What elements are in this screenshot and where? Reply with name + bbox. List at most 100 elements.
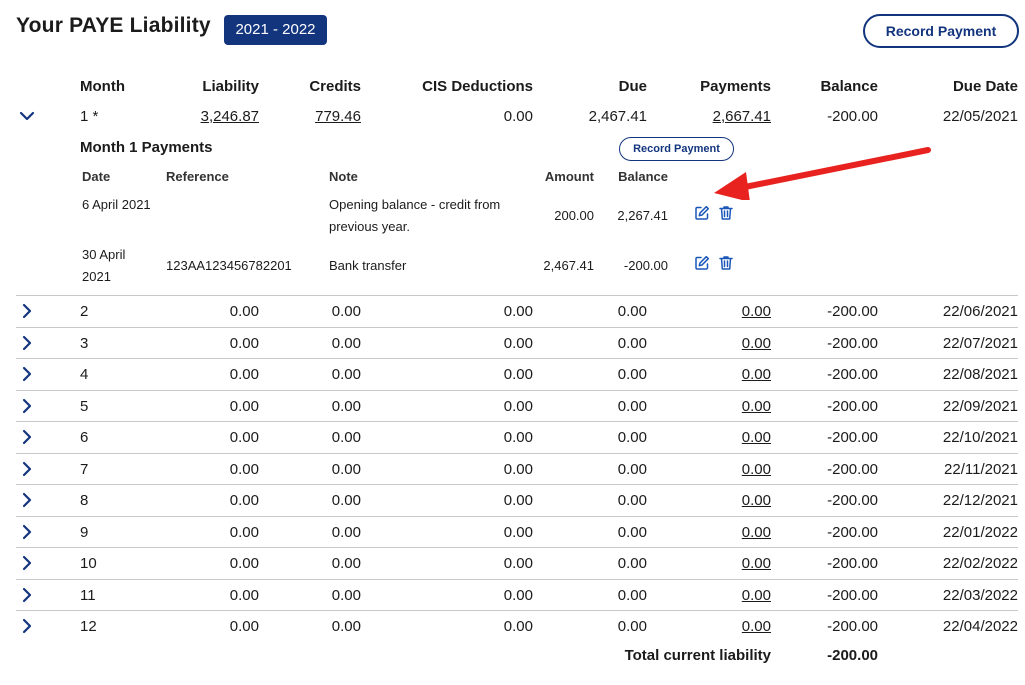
due-cell: 0.00 — [617, 523, 647, 541]
edit-icon[interactable] — [694, 205, 710, 221]
payment-amount: 200.00 — [554, 208, 594, 223]
due-date-cell: 22/11/2021 — [944, 460, 1018, 478]
due-cell: 0.00 — [617, 460, 647, 478]
chevron-right-icon[interactable] — [17, 333, 37, 353]
credits-cell: 0.00 — [331, 523, 361, 541]
column-header-credits: Credits — [309, 78, 361, 95]
cis-cell: 0.00 — [503, 429, 533, 446]
due-date-cell: 22/12/2021 — [942, 492, 1018, 509]
row-divider — [16, 421, 1018, 422]
month-cell: 4 — [80, 366, 89, 383]
record-payment-button[interactable]: Record Payment — [863, 14, 1019, 48]
credits-cell: 0.00 — [331, 460, 361, 478]
chevron-right-icon[interactable] — [17, 616, 37, 636]
liability-link[interactable]: 3,246.87 — [160, 108, 259, 125]
payment-header-reference: Reference — [166, 169, 229, 184]
credits-link[interactable]: 779.46 — [270, 108, 361, 125]
payments-link[interactable]: 0.00 — [660, 335, 771, 352]
total-value: -200.00 — [827, 647, 878, 664]
chevron-right-icon[interactable] — [17, 459, 37, 479]
month-payments-title: Month 1 Payments — [80, 139, 213, 156]
due-cell: 0.00 — [617, 429, 647, 446]
payments-link[interactable]: 0.00 — [660, 366, 771, 383]
payment-header-balance: Balance — [618, 169, 668, 184]
month-cell: 11 — [80, 586, 96, 604]
cis-cell: 0.00 — [503, 523, 533, 541]
payment-reference: 123AA123456782201 — [166, 258, 292, 273]
balance-cell: -200.00 — [827, 523, 878, 541]
chevron-right-icon[interactable] — [17, 490, 37, 510]
due-date-cell: 22/02/2022 — [942, 555, 1018, 572]
balance-cell: -200.00 — [827, 334, 878, 352]
payments-link[interactable]: 0.00 — [660, 618, 771, 635]
payment-date: 6 April 2021 — [82, 197, 151, 212]
payments-link[interactable]: 2,667.41 — [660, 108, 771, 125]
chevron-right-icon[interactable] — [17, 522, 37, 542]
liability-cell: 0.00 — [229, 429, 259, 446]
chevron-right-icon[interactable] — [17, 585, 37, 605]
payments-link[interactable]: 0.00 — [660, 524, 771, 541]
chevron-right-icon[interactable] — [17, 427, 37, 447]
tax-year-badge[interactable]: 2021 - 2022 — [224, 15, 327, 45]
row-divider — [16, 547, 1018, 548]
column-header-due: Due — [618, 78, 647, 95]
edit-icon[interactable] — [694, 255, 710, 271]
cis-cell: 0.00 — [503, 492, 533, 509]
balance-cell: -200.00 — [827, 303, 878, 320]
chevron-right-icon[interactable] — [17, 301, 37, 321]
cis-cell: 0.00 — [503, 334, 533, 352]
credits-cell: 0.00 — [331, 334, 361, 352]
chevron-right-icon[interactable] — [17, 396, 37, 416]
page-title: Your PAYE Liability — [16, 14, 211, 37]
row-divider — [16, 389, 1018, 391]
balance-cell: -200.00 — [827, 366, 878, 383]
due-cell: 0.00 — [617, 334, 647, 352]
month-cell: 6 — [80, 429, 89, 446]
chevron-right-icon[interactable] — [17, 364, 37, 384]
cis-cell: 0.00 — [503, 303, 533, 320]
liability-cell: 0.00 — [229, 555, 259, 572]
balance-cell: -200.00 — [827, 586, 878, 604]
chevron-down-icon[interactable] — [17, 106, 37, 126]
payments-link[interactable]: 0.00 — [660, 461, 771, 478]
payments-link[interactable]: 0.00 — [660, 398, 771, 415]
chevron-right-icon[interactable] — [17, 553, 37, 573]
liability-cell: 0.00 — [229, 618, 259, 635]
cis-cell: 0.00 — [503, 366, 533, 383]
payments-link[interactable]: 0.00 — [660, 492, 771, 509]
column-header-balance: Balance — [820, 78, 878, 95]
credits-cell: 0.00 — [331, 618, 361, 635]
credits-cell: 0.00 — [331, 303, 361, 320]
cis-cell: 0.00 — [503, 460, 533, 478]
trash-icon[interactable] — [718, 205, 734, 221]
payments-link[interactable]: 0.00 — [660, 303, 771, 320]
row-divider — [16, 578, 1018, 580]
due-cell: 0.00 — [617, 366, 647, 383]
payment-header-note: Note — [329, 169, 358, 184]
row-divider — [16, 484, 1018, 485]
payments-link[interactable]: 0.00 — [660, 429, 771, 446]
due-cell: 0.00 — [617, 555, 647, 572]
balance-cell: -200.00 — [827, 555, 878, 572]
payment-note: Bank transfer — [329, 258, 407, 273]
due-date-cell: 22/08/2021 — [942, 366, 1018, 383]
credits-cell: 0.00 — [331, 492, 361, 509]
balance-cell: -200.00 — [827, 108, 878, 125]
payments-link[interactable]: 0.00 — [660, 587, 771, 604]
month-cell: 10 — [80, 555, 97, 572]
payment-balance: 2,267.41 — [617, 208, 668, 223]
month-cell: 1 * — [80, 108, 99, 125]
trash-icon[interactable] — [718, 255, 734, 271]
month-cell: 5 — [80, 397, 89, 415]
due-cell: 0.00 — [617, 586, 647, 604]
month-cell: 9 — [80, 523, 89, 541]
liability-cell: 0.00 — [229, 303, 259, 320]
column-header-month: Month — [80, 78, 125, 95]
liability-cell: 0.00 — [229, 397, 259, 415]
payment-header-amount: Amount — [544, 169, 594, 184]
column-header-liability: Liability — [202, 78, 259, 95]
balance-cell: -200.00 — [827, 397, 878, 415]
payments-link[interactable]: 0.00 — [660, 555, 771, 572]
cis-cell: 0.00 — [503, 555, 533, 572]
column-header-due-date: Due Date — [952, 78, 1018, 95]
